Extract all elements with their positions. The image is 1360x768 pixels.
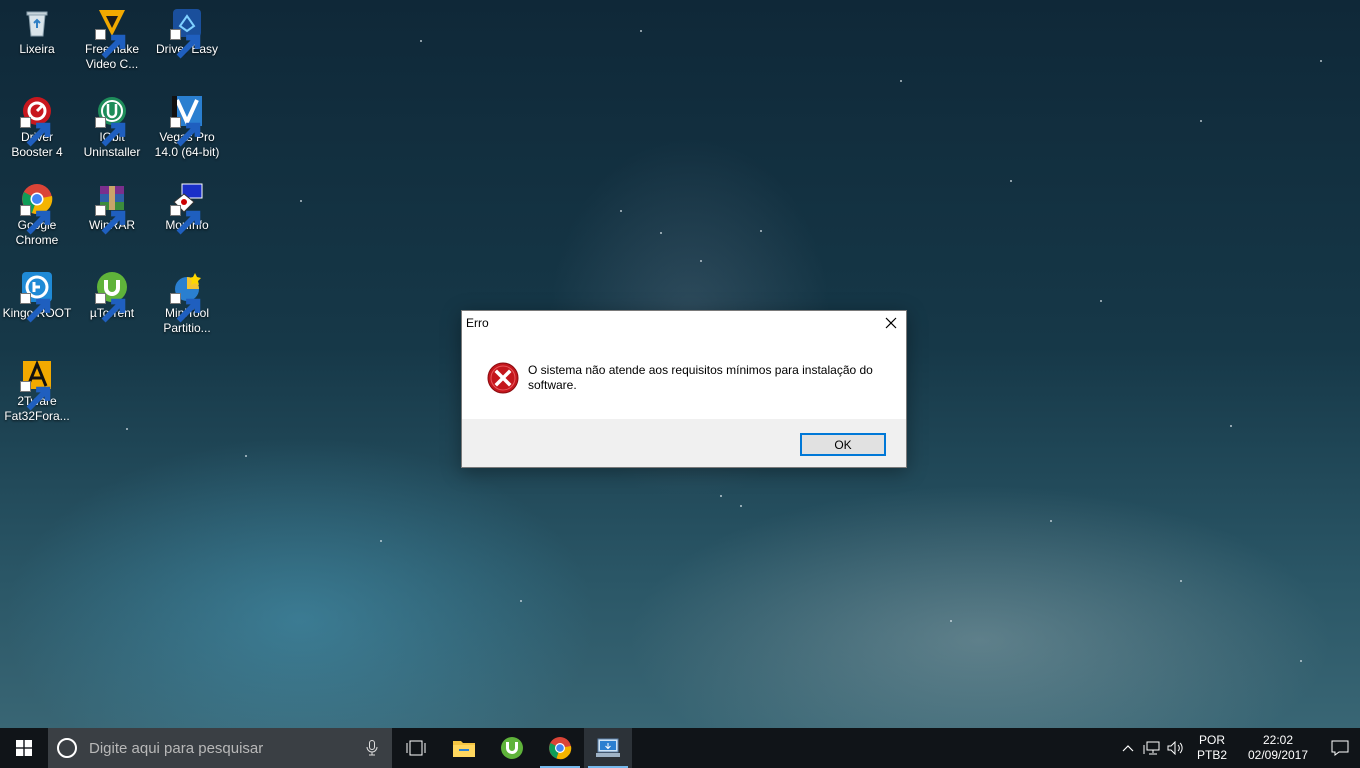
shortcut-arrow-icon [95,29,126,59]
taskbar-app-chrome[interactable] [536,728,584,768]
desktop-icon-minitool[interactable]: MiniTool Partitio... [150,270,224,336]
desktop-icon-winrar[interactable]: WinRAR [75,182,149,235]
clock-time: 22:02 [1262,733,1294,747]
shortcut-arrow-icon [170,293,201,323]
search-box[interactable] [48,728,392,768]
desktop-icon-iobit[interactable]: IObit Uninstaller [75,94,149,160]
desktop-icon-freemake[interactable]: Freemake Video C... [75,6,149,72]
winrar-icon [95,182,129,235]
desktop-icon-kingo[interactable]: Kingo ROOT [0,270,74,323]
chrome-icon [20,182,54,235]
input-language-indicator[interactable]: POR PTB2 [1194,733,1230,763]
dialog-footer: OK [462,419,906,467]
chrome-icon [549,737,572,760]
action-center-button[interactable] [1320,728,1360,768]
chevron-up-icon [1122,745,1134,752]
file-explorer-icon [453,741,475,757]
search-input[interactable] [87,738,351,758]
desktop-icon-utorrent[interactable]: µTorrent [75,270,149,323]
ok-button[interactable]: OK [800,433,886,456]
system-tray: POR PTB2 22:02 02/09/2017 [1116,728,1360,768]
show-hidden-icons-button[interactable] [1116,728,1140,768]
shortcut-arrow-icon [170,117,201,147]
minitool-partition-icon [170,270,204,323]
shortcut-arrow-icon [95,117,126,147]
clock-date: 02/09/2017 [1247,748,1309,762]
close-button[interactable] [876,311,906,335]
driver-booster-icon [20,94,54,147]
utorrent-icon [95,270,129,323]
error-icon [487,362,519,394]
desktop-icon-vegas[interactable]: Vegas Pro 14.0 (64-bit) [150,94,224,160]
shortcut-arrow-icon [20,293,51,323]
shortcut-arrow-icon [95,205,126,235]
microphone-icon[interactable] [366,740,378,756]
task-view-button[interactable] [392,728,440,768]
desktop-icon-label: Lixeira [19,42,55,56]
start-button[interactable] [0,728,48,768]
desktop-icon-lixeira[interactable]: Lixeira [0,6,74,57]
freemake-icon [95,6,129,59]
recycle-bin-icon [20,6,54,40]
taskbar: POR PTB2 22:02 02/09/2017 [0,728,1360,768]
speaker-icon [1167,741,1183,755]
notification-icon [1331,740,1349,756]
kingo-root-icon [20,270,54,323]
taskbar-app-installer[interactable] [584,728,632,768]
network-icon [1143,741,1160,755]
utorrent-icon [501,737,523,759]
clock[interactable]: 22:02 02/09/2017 [1242,733,1314,763]
iobit-uninstaller-icon [95,94,129,147]
volume-button[interactable] [1164,728,1188,768]
network-button[interactable] [1140,728,1164,768]
desktop-icon-driver-booster[interactable]: Driver Booster 4 [0,94,74,160]
desktop-icon-driver-easy[interactable]: Driver Easy [150,6,224,59]
installer-icon [596,738,620,757]
error-dialog: Erro O sistema não atende aos requisitos… [461,310,907,468]
taskbar-app-utorrent[interactable] [488,728,536,768]
shortcut-arrow-icon [170,205,201,235]
taskbar-app-file-explorer[interactable] [440,728,488,768]
shortcut-arrow-icon [20,205,51,235]
dialog-title: Erro [466,316,489,330]
desktop-icon-2tware[interactable]: 2Tware Fat32Fora... [0,358,74,424]
fat32-format-icon [20,358,54,411]
shortcut-arrow-icon [20,381,51,411]
cortana-icon [57,738,77,758]
keyboard-layout: PTB2 [1196,748,1227,762]
language-code: POR [1198,733,1225,747]
shortcut-arrow-icon [20,117,51,147]
desktop-icon-chrome[interactable]: Google Chrome [0,182,74,248]
desktop-icon-moninfo[interactable]: MonInfo [150,182,224,235]
dialog-message: O sistema não atende aos requisitos míni… [528,363,873,392]
shortcut-arrow-icon [170,29,201,59]
close-icon [885,317,897,329]
moninfo-icon [170,182,204,235]
windows-logo-icon [16,740,32,756]
task-view-icon [406,740,426,756]
shortcut-arrow-icon [95,293,126,323]
vegas-pro-icon [170,94,204,147]
driver-easy-icon [170,6,204,59]
